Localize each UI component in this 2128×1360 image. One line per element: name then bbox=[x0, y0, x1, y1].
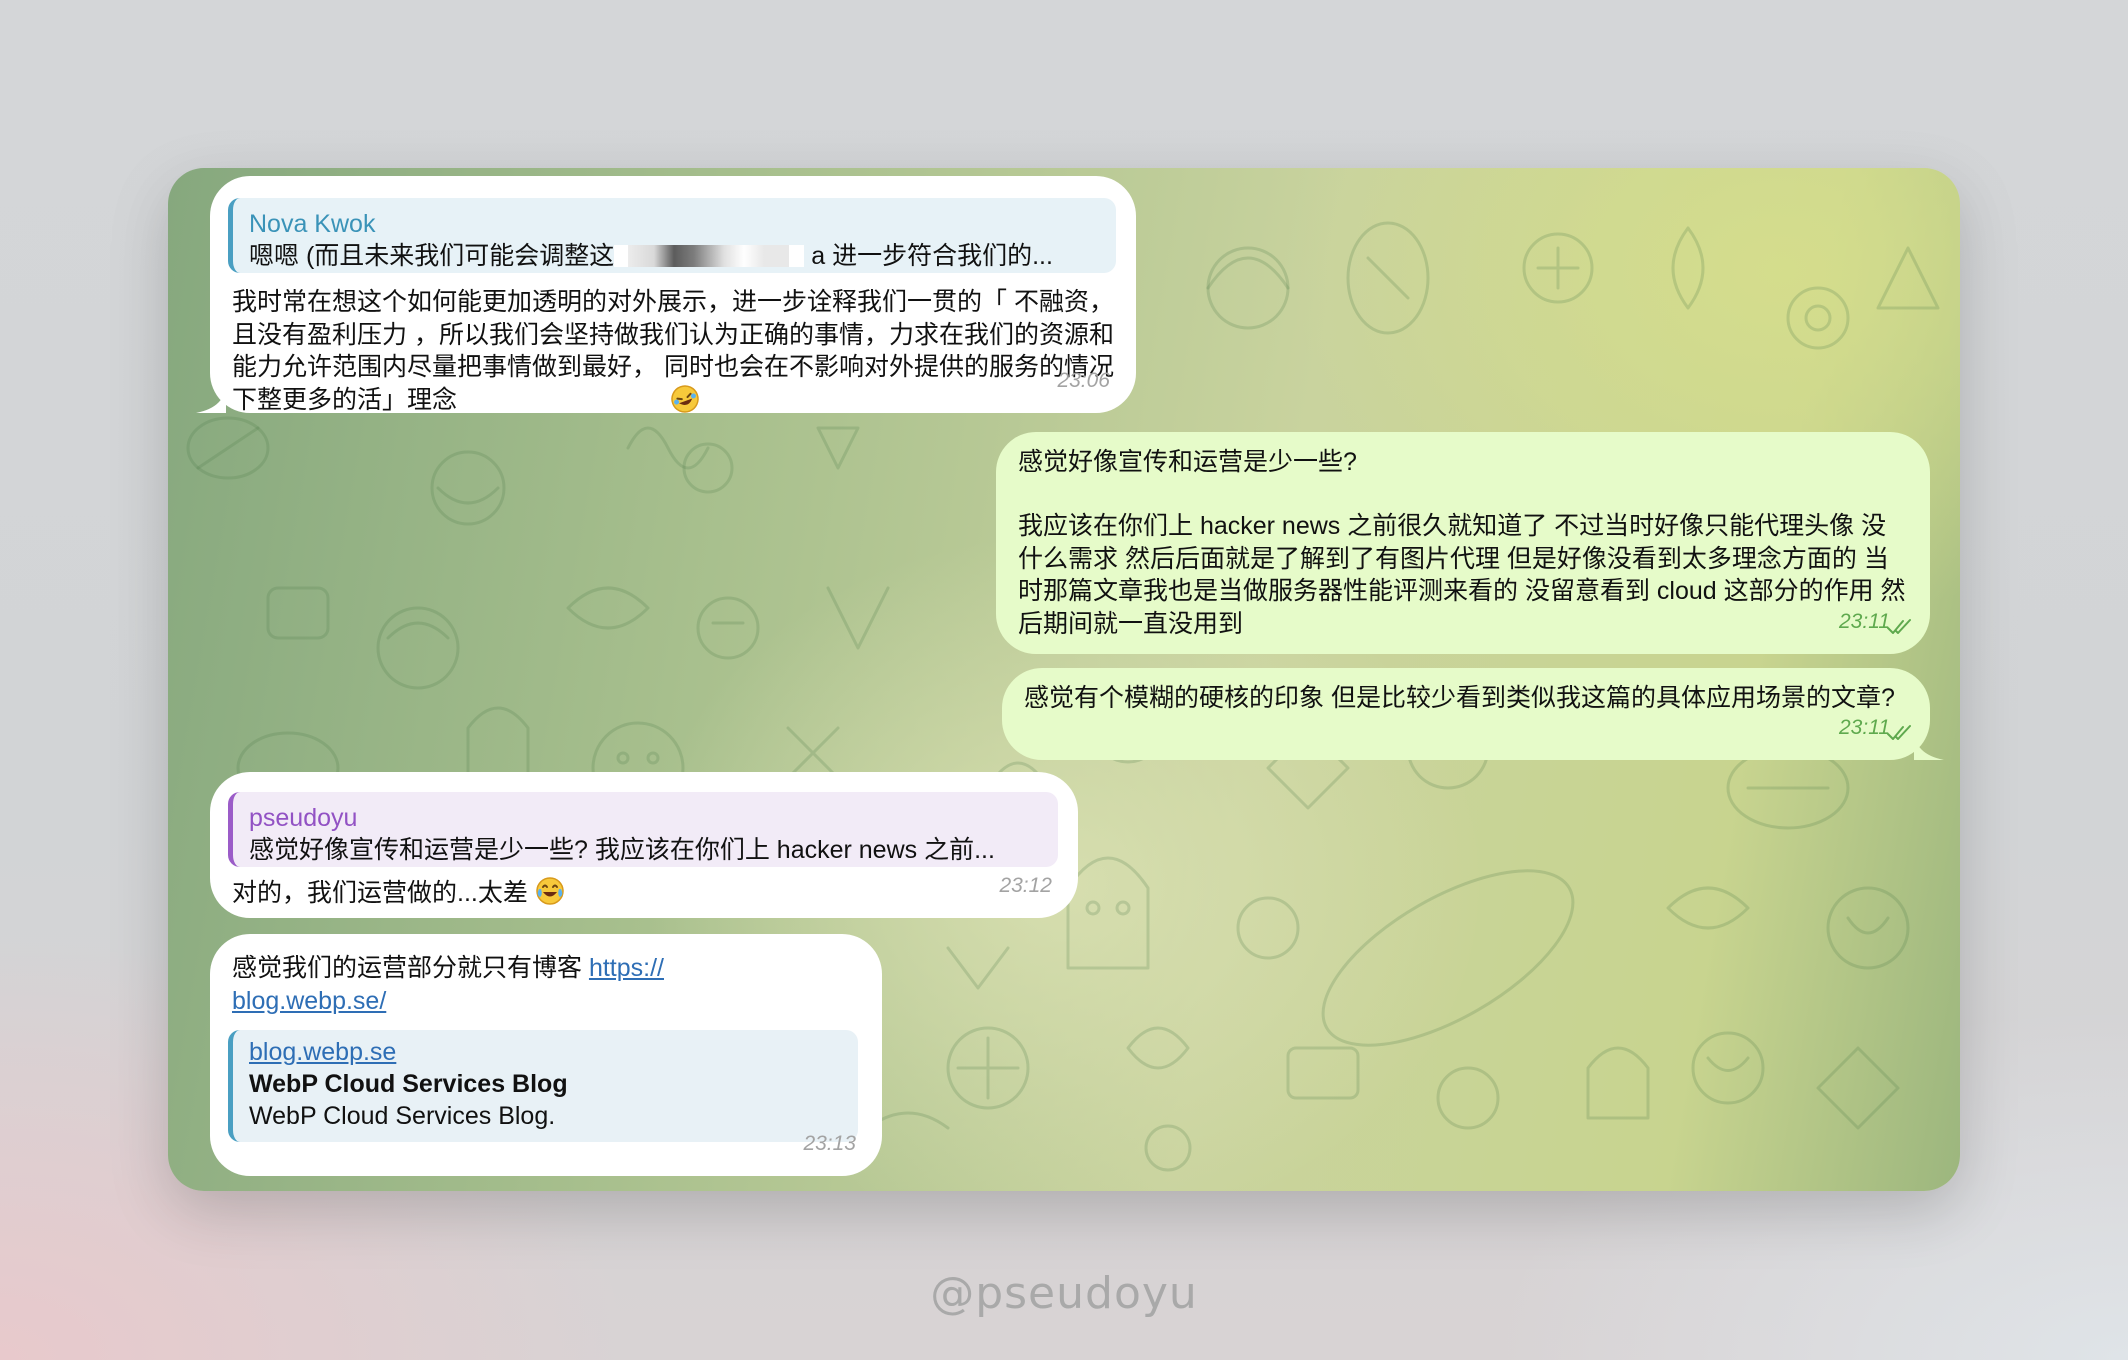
double-check-icon bbox=[1887, 725, 1911, 740]
link-preview-title: WebP Cloud Services Blog bbox=[249, 1070, 568, 1098]
link-preview-card[interactable]: blog.webp.se WebP Cloud Services Blog We… bbox=[228, 1030, 858, 1142]
message-bubble-outgoing[interactable]: 感觉有个模糊的硬核的印象 但是比较少看到类似我这篇的具体应用场景的文章? 23:… bbox=[1002, 668, 1944, 760]
message-bubble-outgoing[interactable]: 感觉好像宣传和运营是少一些? 我应该在你们上 hacker news 之前很久就… bbox=[996, 432, 1930, 654]
link-preview-description: WebP Cloud Services Blog. bbox=[249, 1102, 556, 1130]
rofl-emoji-icon bbox=[670, 384, 700, 414]
reply-sender-name: Nova Kwok bbox=[249, 210, 376, 238]
redacted-block bbox=[614, 245, 805, 267]
chat-window: Nova Kwok 嗯嗯 (而且未来我们可能会调整这 a 进一步符合我们的...… bbox=[168, 168, 1960, 1191]
message-time: 23:12 bbox=[999, 873, 1052, 897]
reply-quote[interactable]: pseudoyu 感觉好像宣传和运营是少一些? 我应该在你们上 hacker n… bbox=[228, 792, 1058, 867]
bubble-tail bbox=[196, 383, 226, 413]
message-link[interactable]: https:// bbox=[589, 954, 664, 982]
message-time: 23:06 bbox=[1057, 368, 1110, 392]
reply-sender-name: pseudoyu bbox=[249, 804, 358, 832]
message-link[interactable]: blog.webp.se/ bbox=[232, 987, 386, 1015]
message-text: 对的，我们运营做的...太差 bbox=[232, 876, 1012, 910]
reply-quote[interactable]: Nova Kwok 嗯嗯 (而且未来我们可能会调整这 a 进一步符合我们的... bbox=[228, 198, 1116, 273]
message-bubble-incoming[interactable]: 感觉我们的运营部分就只有博客 https:// blog.webp.se/ bl… bbox=[210, 934, 882, 1176]
message-text-line: 感觉好像宣传和运营是少一些? bbox=[1018, 448, 1357, 476]
message-time: 23:13 bbox=[803, 1131, 856, 1155]
message-text: 感觉有个模糊的硬核的印象 但是比较少看到类似我这篇的具体应用场景的文章? bbox=[1024, 684, 1895, 712]
message-bubble-incoming[interactable]: pseudoyu 感觉好像宣传和运营是少一些? 我应该在你们上 hacker n… bbox=[210, 772, 1078, 918]
message-text: 感觉我们的运营部分就只有博客 https:// blog.webp.se/ bbox=[232, 954, 664, 1015]
message-time: 23:11 bbox=[1839, 609, 1890, 633]
reply-text: 感觉好像宣传和运营是少一些? 我应该在你们上 hacker news 之前... bbox=[249, 836, 995, 864]
reply-text: 嗯嗯 (而且未来我们可能会调整这 a 进一步符合我们的... bbox=[249, 242, 1053, 270]
message-bubble-incoming[interactable]: Nova Kwok 嗯嗯 (而且未来我们可能会调整这 a 进一步符合我们的...… bbox=[196, 176, 1136, 414]
bubble-tail bbox=[1914, 730, 1944, 760]
double-check-icon bbox=[1887, 619, 1911, 634]
link-preview-site[interactable]: blog.webp.se bbox=[249, 1036, 844, 1068]
message-text-paragraph: 我应该在你们上 hacker news 之前很久就知道了 不过当时好像只能代理头… bbox=[1018, 512, 1906, 638]
tears-of-joy-emoji-icon bbox=[535, 876, 565, 906]
message-time: 23:11 bbox=[1839, 715, 1890, 739]
watermark: @pseudoyu bbox=[930, 1268, 1198, 1319]
